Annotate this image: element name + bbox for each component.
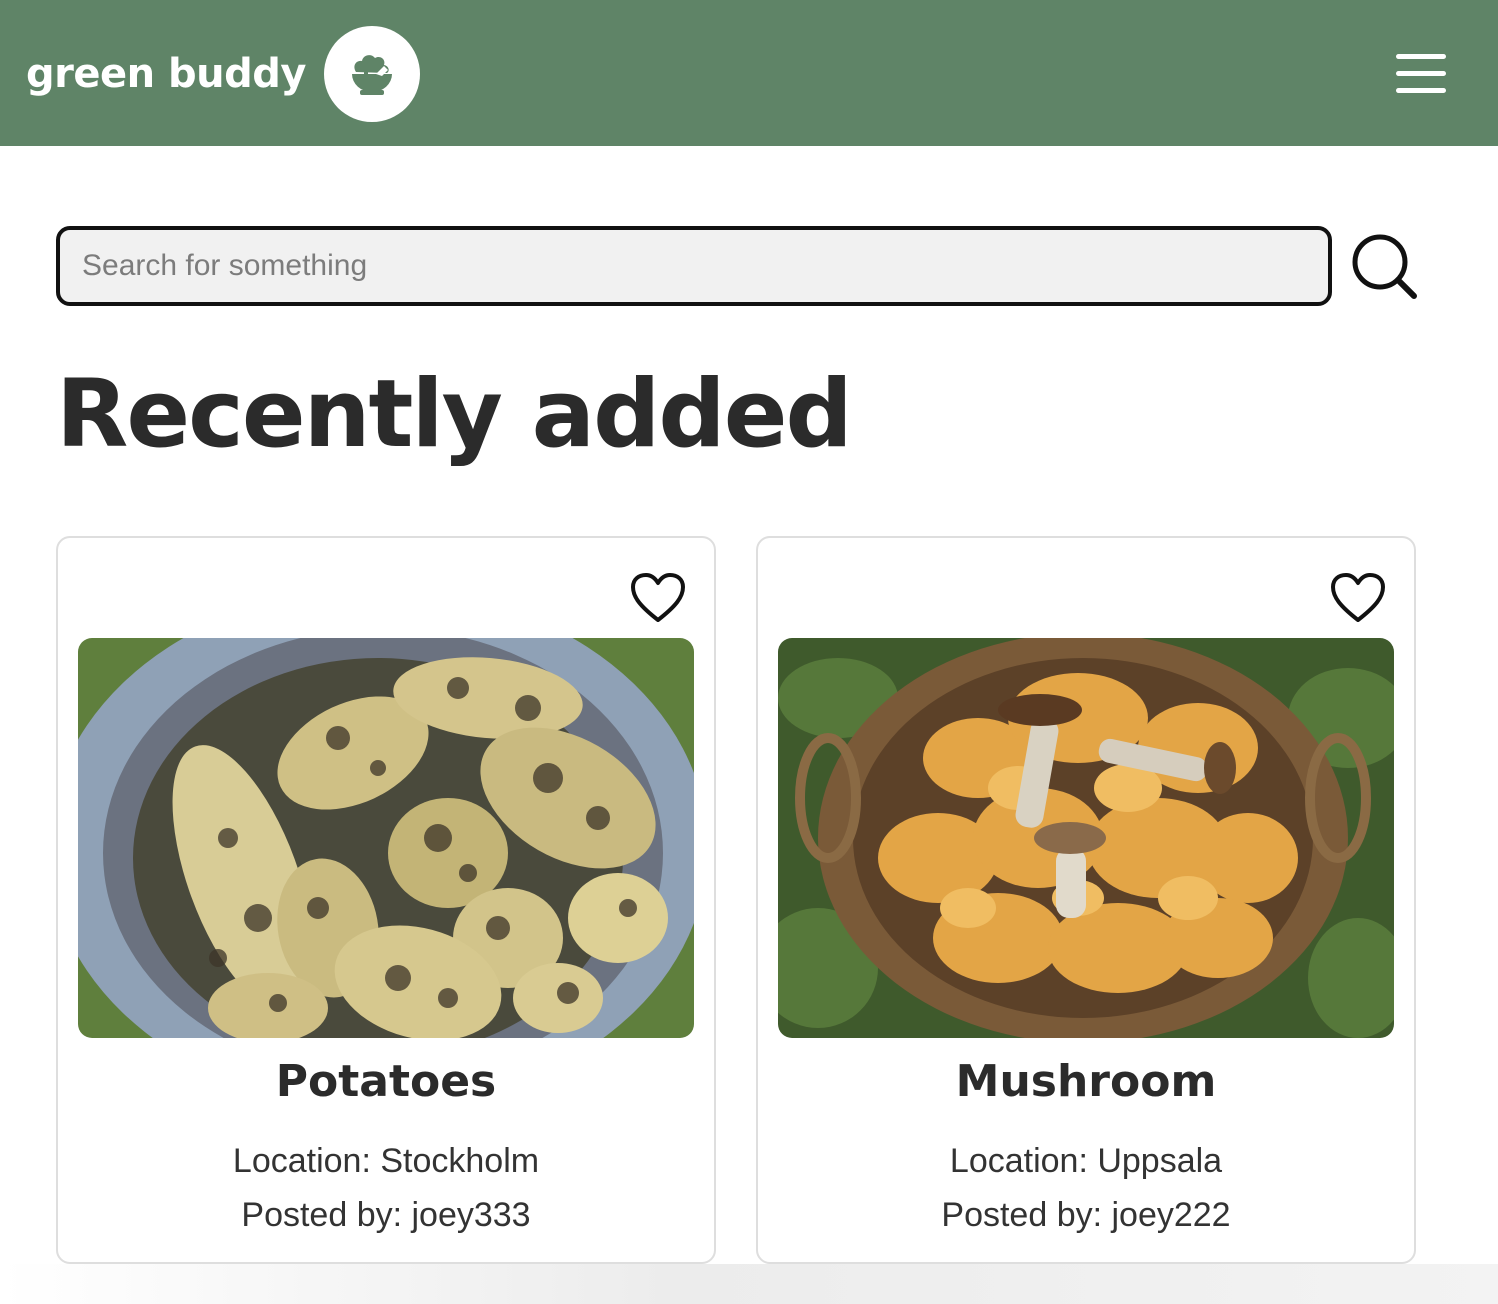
bottom-scroll-shadow bbox=[0, 1264, 1498, 1304]
search-icon[interactable] bbox=[1348, 232, 1420, 304]
menu-bar-line bbox=[1396, 71, 1446, 76]
section-title-recently-added: Recently added bbox=[56, 360, 853, 469]
menu-bar-line bbox=[1396, 54, 1446, 59]
hamburger-menu-icon[interactable] bbox=[1396, 54, 1446, 94]
card-location: Location: Uppsala bbox=[949, 1142, 1223, 1180]
mushrooms-in-basket-photo bbox=[778, 638, 1394, 1038]
top-navigation-bar: green buddy bbox=[0, 0, 1498, 146]
card-title: Potatoes bbox=[275, 1056, 497, 1107]
brand-name: green buddy bbox=[26, 51, 306, 97]
brand-home-link[interactable]: green buddy bbox=[26, 26, 420, 122]
potatoes-in-bucket-photo bbox=[78, 638, 694, 1038]
card-posted-by: Posted by: joey333 bbox=[241, 1196, 531, 1234]
search-input[interactable] bbox=[56, 226, 1332, 306]
card-title: Mushroom bbox=[955, 1056, 1217, 1107]
listing-card-mushroom[interactable]: Mushroom Location: Uppsala Posted by: jo… bbox=[756, 536, 1416, 1264]
listing-card-potatoes[interactable]: Potatoes Location: Stockholm Posted by: … bbox=[56, 536, 716, 1264]
heart-outline-icon[interactable] bbox=[1330, 572, 1386, 624]
card-location: Location: Stockholm bbox=[232, 1142, 540, 1180]
card-posted-by: Posted by: joey222 bbox=[941, 1196, 1231, 1234]
menu-bar-line bbox=[1396, 88, 1446, 93]
salad-bowl-icon bbox=[323, 26, 420, 122]
heart-outline-icon[interactable] bbox=[630, 572, 686, 624]
